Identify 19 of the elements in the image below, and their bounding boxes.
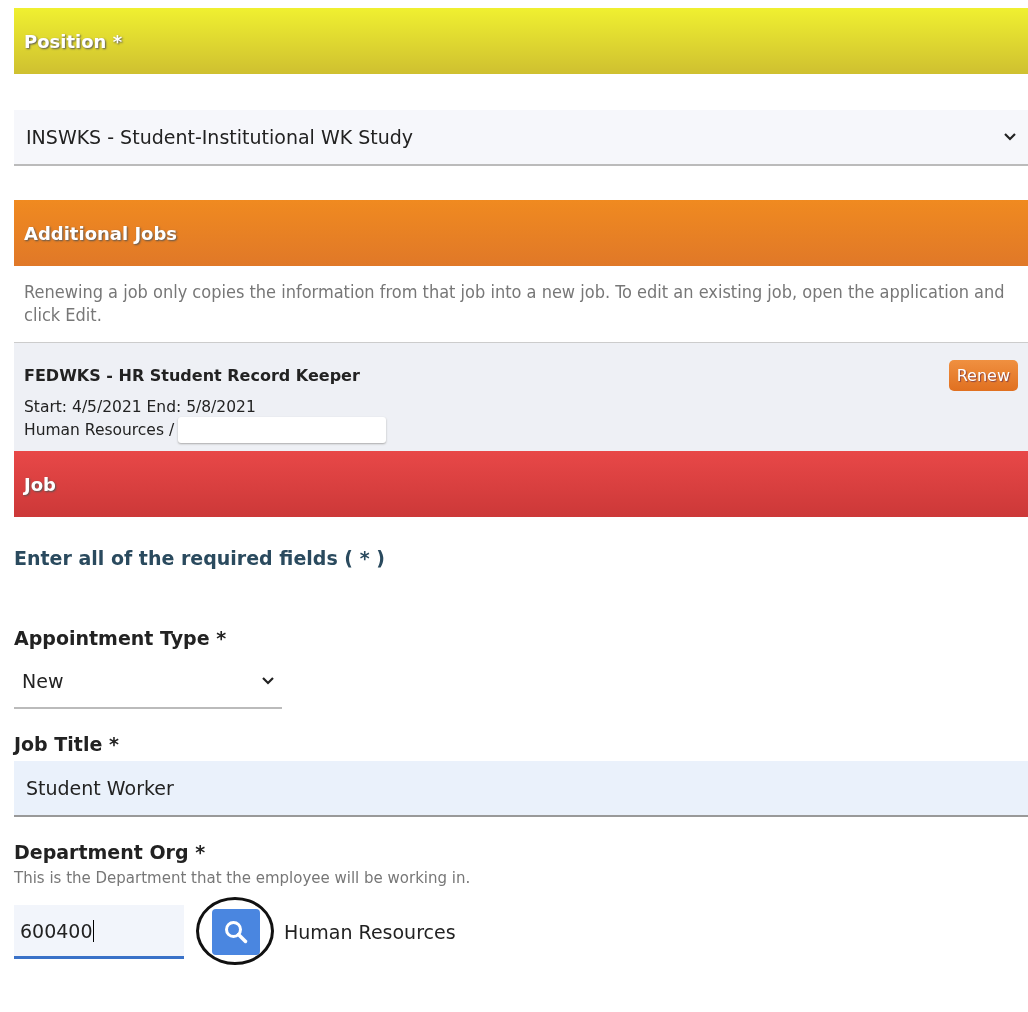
- lookup-result: Human Resources: [284, 921, 456, 943]
- search-icon: [223, 919, 249, 945]
- job-dates: Start: 4/5/2021 End: 5/8/2021: [24, 397, 257, 417]
- input-field[interactable]: Student Worker: [14, 761, 1028, 817]
- field-hint: This is the Department that the employee will be working in.: [14, 869, 472, 887]
- instructions-text: Enter all of the required fields ( * ): [14, 546, 386, 571]
- search-button[interactable]: [212, 909, 260, 955]
- field-label: Job Title *: [14, 732, 120, 757]
- section-header: Job: [14, 451, 1028, 517]
- section-header: Position *: [14, 8, 1028, 74]
- section-header: Additional Jobs: [14, 200, 1028, 266]
- position-select[interactable]: INSWKS - Student-Institutional WK Study: [14, 110, 1028, 166]
- chevron-down-icon: [1004, 133, 1016, 141]
- chevron-down-icon: [262, 677, 274, 685]
- input-field[interactable]: 600400: [14, 905, 184, 959]
- field-label: Department Org *: [14, 840, 207, 865]
- job-department: Human Resources /: [24, 420, 175, 440]
- field-label: Appointment Type *: [14, 626, 228, 651]
- job-title: FEDWKS - HR Student Record Keeper: [24, 365, 360, 385]
